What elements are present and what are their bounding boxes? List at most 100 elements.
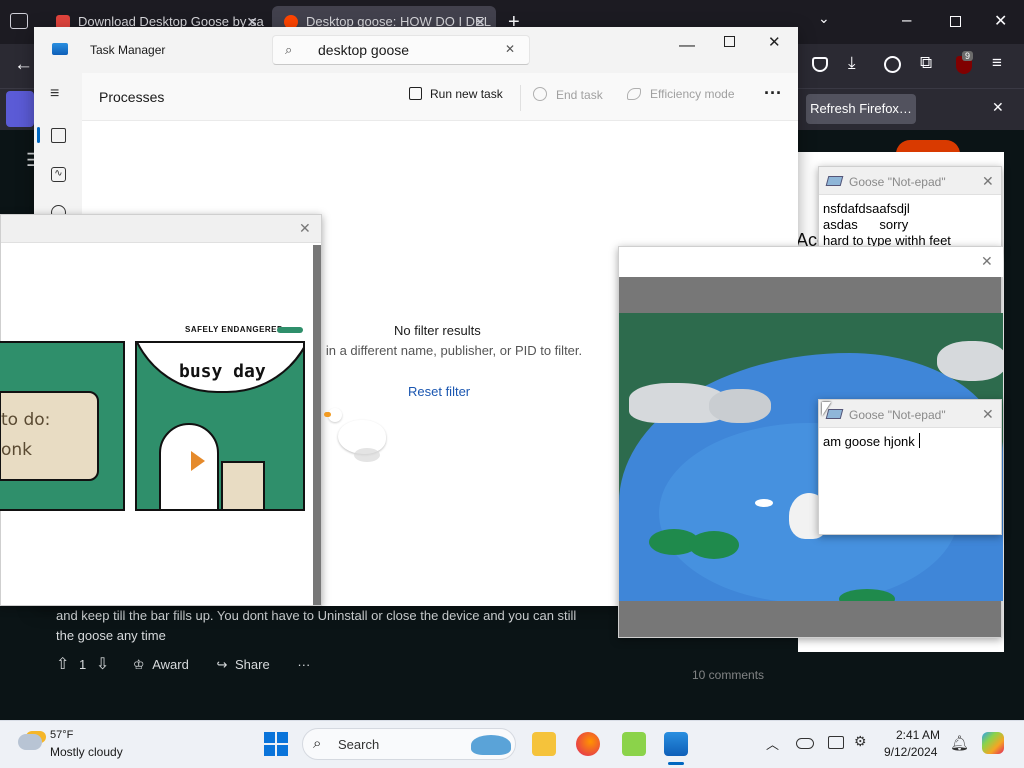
start-tile [277,745,288,756]
downvote-icon[interactable]: ⇩ [96,656,109,673]
minimize-icon[interactable]: – [902,10,911,30]
notepad-1-line-2[interactable]: asdas sorry [823,217,908,233]
run-new-task-label: Run new task [430,87,503,101]
rock-3 [937,341,1003,381]
meme-image: SAFELY ENDANGERED to do: onk busy day [0,315,307,515]
meme-popup-titlebar: ✕ [1,215,321,243]
notepad-1-close-icon[interactable]: ✕ [982,173,994,190]
empty-state-subtitle: g in a different name, publisher, or PID… [315,343,583,358]
meme-brand-tag [277,327,303,333]
file-explorer-icon[interactable] [532,732,556,756]
page-title: Processes [99,89,165,105]
upvote-icon[interactable]: ⇧ [56,656,69,673]
weather-widget[interactable]: 57°F Mostly cloudy [14,728,154,762]
meme-close-icon[interactable]: ✕ [299,220,311,237]
nav-active-indicator [37,127,40,143]
award-icon[interactable]: ♔ [133,657,145,672]
copilot-icon[interactable] [982,732,1004,754]
taskbar-search-icon: ⌕ [313,735,322,752]
meme-panel-2-text: busy day [179,361,266,382]
menu-hamburger-icon[interactable]: ≡ [992,53,1002,73]
notepad-icon [825,176,844,186]
share-button[interactable]: Share [235,657,270,672]
network-sound-icon[interactable]: ⚙ [854,733,867,750]
display-icon[interactable] [828,736,844,749]
close-window-icon[interactable]: ✕ [994,11,1007,31]
active-app-indicator [668,762,684,765]
weather-desc: Mostly cloudy [50,745,123,759]
meme-panel-1: to do: onk [0,341,125,511]
notepad-1-line-1[interactable]: nsfdafdsaafsdjl [823,201,910,217]
desktop-goose-sprite[interactable] [324,406,388,464]
refresh-firefox-button[interactable]: Refresh Firefox… [806,94,916,124]
performance-nav-icon[interactable]: ∿ [51,167,66,182]
efficiency-mode-button[interactable]: Efficiency mode [627,87,735,101]
task-manager-titlebar: Task Manager ⌕ desktop goose ✕ — ✕ [34,27,798,73]
leaf-icon [627,88,641,100]
task-manager-taskbar-icon[interactable] [664,732,688,756]
goose-beak-drawing [191,451,205,471]
meme-brand: SAFELY ENDANGERED [185,325,284,334]
tm-minimize-icon[interactable]: — [679,37,695,55]
pond-popup-titlebar: ✕ [619,247,1003,277]
clock-date[interactable]: 9/12/2024 [884,745,937,759]
back-arrow-icon[interactable]: ← [14,54,33,76]
end-task-button[interactable]: End task [533,87,603,102]
task-manager-app-icon [52,43,68,55]
award-button[interactable]: Award [152,657,189,672]
see-more-button[interactable]: ··· [764,83,782,104]
account-icon[interactable] [884,56,901,73]
notification-bell-icon[interactable]: 🔔︎ [950,734,969,752]
onedrive-icon[interactable] [796,738,814,749]
goose-body-drawing [159,423,219,509]
goose-shadow [354,448,380,462]
empty-state-title: No filter results [394,323,481,338]
search-clear-icon[interactable]: ✕ [505,42,515,56]
nav-hamburger-icon[interactable]: ≡ [50,85,59,103]
start-tile [264,745,275,756]
taskbar-search-label: Search [338,737,380,752]
start-button-icon[interactable] [264,732,288,756]
pond-close-icon[interactable]: ✕ [981,253,993,270]
share-icon[interactable]: ↪ [216,657,227,672]
comments-count[interactable]: 10 comments [692,668,764,682]
clock-time[interactable]: 2:41 AM [896,728,940,742]
restore-icon[interactable] [950,16,961,27]
run-task-icon [409,87,422,100]
process-search-box[interactable]: ⌕ desktop goose ✕ [272,35,530,65]
meme-panel-2: busy day [135,341,305,511]
reset-filter-link[interactable]: Reset filter [408,384,470,399]
notepad-2-title: Goose "Not-epad" [849,408,946,422]
extensions-icon[interactable]: ⧉ [920,53,932,73]
notepad-2-text[interactable]: am goose hjonk [823,434,915,450]
meme-scrollbar[interactable] [313,245,321,605]
start-tile [277,732,288,743]
run-new-task-button[interactable]: Run new task [409,87,503,101]
mouse-pointer-icon [822,402,831,416]
tm-maximize-icon[interactable] [724,36,735,47]
goose-paper-drawing [221,461,265,509]
notice-close-icon[interactable]: ✕ [992,99,1004,116]
process-search-input[interactable]: desktop goose [318,42,409,58]
info-accent [6,91,34,127]
download-icon[interactable]: ⤓ [848,53,856,73]
tab-list-icon[interactable] [10,13,28,29]
firefox-icon[interactable] [576,732,600,756]
tab-overflow-chevron-icon[interactable]: ⌄ [818,10,830,27]
sticky-app-icon[interactable] [622,732,646,756]
taskbar-search-box[interactable]: ⌕ Search [302,728,516,760]
pocket-icon[interactable] [812,57,828,72]
tm-close-icon[interactable]: ✕ [768,33,781,51]
start-tile [264,732,275,743]
meme-panel-1-text: to do: onk [1,410,51,460]
vote-count: 1 [79,657,87,672]
rock-2 [709,389,771,423]
processes-nav-icon[interactable] [51,128,66,143]
goose-beak [324,412,331,417]
more-options-button[interactable]: ··· [297,657,310,672]
show-hidden-icons-chevron-icon[interactable]: ︿ [766,734,779,753]
task-manager-title: Task Manager [90,43,166,57]
extension-badge: 9 [962,51,974,61]
goose-meme-popup: ✕ SAFELY ENDANGERED to do: onk busy day [0,214,322,606]
notepad-2-close-icon[interactable]: ✕ [982,406,994,423]
